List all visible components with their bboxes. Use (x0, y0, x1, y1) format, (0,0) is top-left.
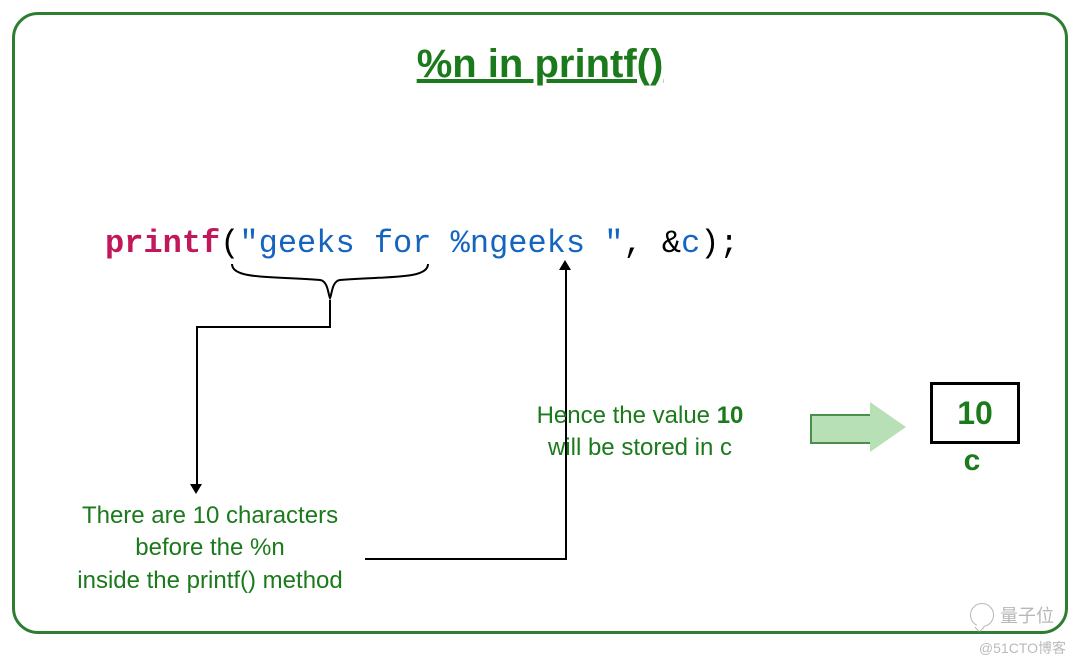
result-arrow-icon (810, 402, 910, 452)
code-sep: , (623, 225, 661, 262)
right-arrow-head (559, 260, 571, 270)
code-amp: & (662, 225, 681, 262)
note-left-l1: There are 10 characters (55, 500, 365, 532)
note-right-l1a: Hence the value (537, 402, 717, 429)
right-arrow-h1 (365, 558, 565, 560)
code-var: c (681, 225, 700, 262)
wechat-icon (970, 603, 994, 627)
diagram-title: %n in printf() (0, 42, 1080, 87)
code-close: ); (700, 225, 738, 262)
note-left-l3: inside the printf() method (55, 565, 365, 597)
code-line: printf("geeks for %ngeeks ", &c); (105, 225, 739, 262)
left-arrow-h (196, 326, 331, 328)
left-arrow-v2 (196, 326, 198, 484)
result-value: 10 (957, 395, 993, 432)
left-arrow-head (190, 484, 202, 494)
note-right: Hence the value 10 will be stored in c (500, 400, 780, 465)
note-right-l1b: 10 (717, 402, 744, 429)
left-arrow-v1 (329, 300, 331, 326)
note-right-l1: Hence the value 10 (500, 400, 780, 432)
result-label: c (930, 444, 1014, 478)
note-left: There are 10 characters before the %n in… (55, 500, 365, 597)
note-left-l2: before the %n (55, 532, 365, 564)
note-right-l2: will be stored in c (500, 432, 780, 464)
code-string: "geeks for %ngeeks " (239, 225, 623, 262)
brand-watermark: 量子位 (970, 602, 1054, 628)
source-watermark: @51CTO博客 (979, 638, 1066, 658)
result-box: 10 (930, 382, 1020, 444)
code-open: ( (220, 225, 239, 262)
code-fn: printf (105, 225, 220, 262)
brand-text: 量子位 (1000, 602, 1054, 628)
